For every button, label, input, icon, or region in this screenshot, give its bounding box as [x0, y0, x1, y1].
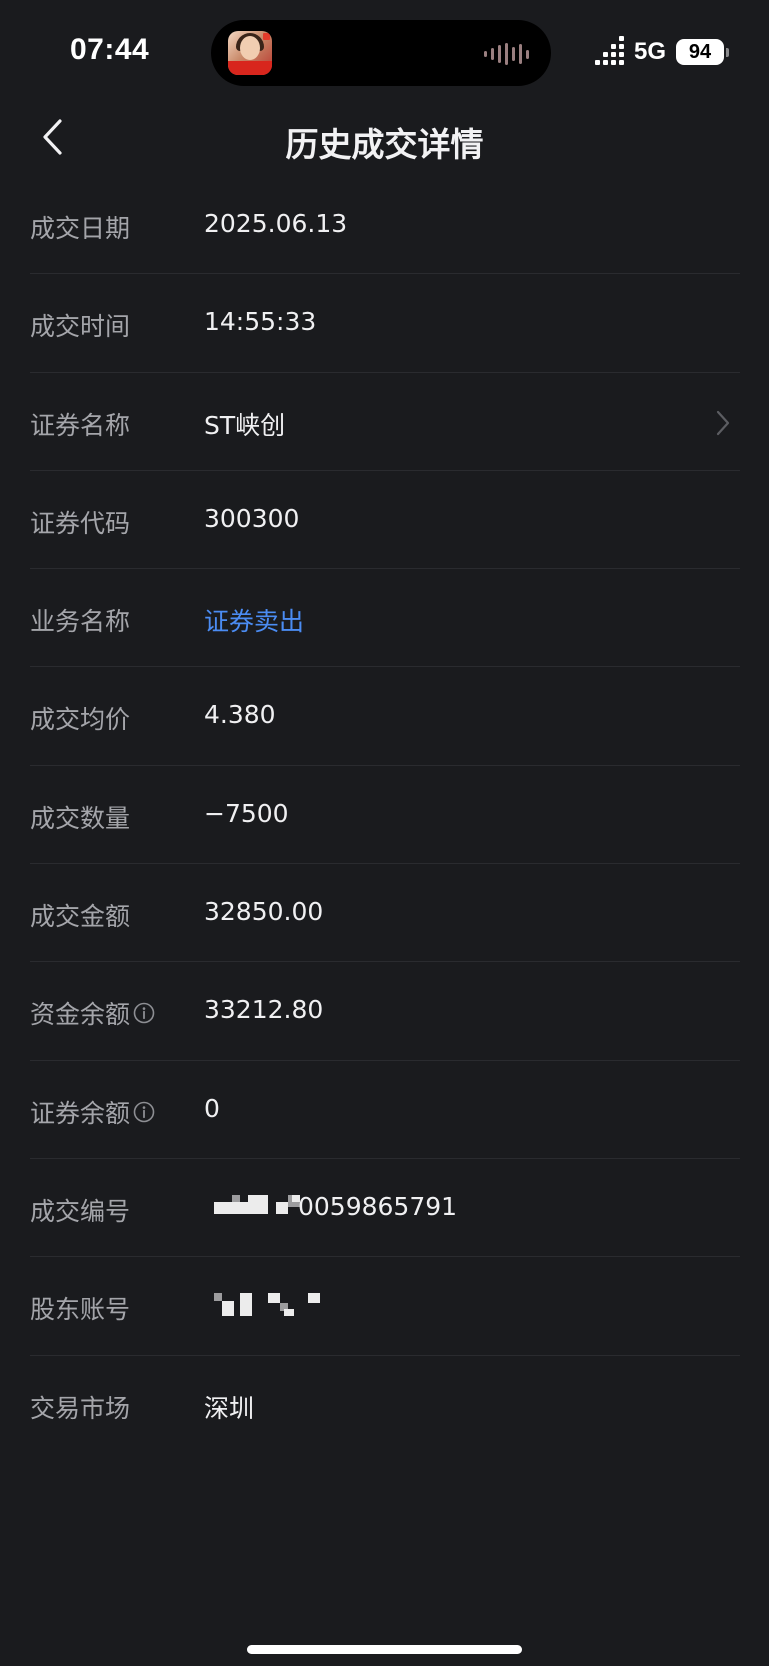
- status-indicators: 5G 94: [594, 36, 729, 66]
- live-activity-thumbnail[interactable]: [228, 31, 272, 75]
- dynamic-island[interactable]: [211, 20, 551, 86]
- row-label-with-info: 资金余额: [30, 995, 155, 1031]
- row-label: 成交编号: [30, 1196, 131, 1226]
- row-security-code: 证券代码 300300: [0, 471, 769, 570]
- chevron-right-icon[interactable]: [715, 409, 731, 437]
- row-value: 300300: [204, 503, 300, 533]
- trade-detail-list: 成交日期 2025.06.13 成交时间 14:55:33 证券名称 ST峡创 …: [0, 176, 769, 1454]
- row-value: 32850.00: [204, 897, 324, 927]
- row-label: 股东账号: [30, 1295, 131, 1325]
- row-label-text: 证券余额: [30, 1098, 131, 1128]
- row-value: 深圳: [204, 1393, 255, 1423]
- network-type: 5G: [633, 38, 666, 65]
- info-circle-icon[interactable]: [133, 1002, 155, 1024]
- row-value: 14:55:33: [204, 307, 317, 337]
- row-label: 成交数量: [30, 803, 131, 833]
- row-trade-date: 成交日期 2025.06.13: [0, 176, 769, 275]
- trade-number-partial: 0059865791: [298, 1191, 458, 1221]
- nav-bar: 历史成交详情: [0, 105, 769, 169]
- row-fund-balance: 资金余额 33212.80: [0, 962, 769, 1061]
- page-title: 历史成交详情: [285, 125, 484, 164]
- row-trade-number: 成交编号 0059865791: [0, 1159, 769, 1258]
- row-market: 交易市场 深圳: [0, 1356, 769, 1454]
- row-label-text: 资金余额: [30, 1000, 131, 1030]
- row-label: 成交时间: [30, 312, 131, 342]
- row-value: 0: [204, 1093, 220, 1123]
- row-label-with-info: 证券余额: [30, 1094, 155, 1130]
- battery-icon: 94: [676, 39, 729, 65]
- row-security-name[interactable]: 证券名称 ST峡创: [0, 373, 769, 472]
- row-quantity: 成交数量 −7500: [0, 766, 769, 865]
- battery-level: 94: [676, 39, 724, 65]
- row-value: 33212.80: [204, 995, 324, 1025]
- status-time: 07:44: [70, 33, 150, 66]
- row-label: 证券名称: [30, 410, 131, 440]
- row-label: 成交日期: [30, 214, 131, 243]
- row-avg-price: 成交均价 4.380: [0, 667, 769, 767]
- cellular-signal-icon: [594, 36, 624, 65]
- row-amount: 成交金额 32850.00: [0, 864, 769, 963]
- row-value: 2025.06.13: [204, 209, 348, 238]
- row-label: 证券代码: [30, 508, 131, 538]
- row-security-balance: 证券余额 0: [0, 1061, 769, 1160]
- row-value: −7500: [204, 798, 289, 828]
- row-value: ST峡创: [204, 410, 286, 440]
- row-holder-account: 股东账号: [0, 1257, 769, 1356]
- row-label: 成交金额: [30, 902, 131, 932]
- row-value: 4.380: [204, 700, 276, 730]
- info-circle-icon[interactable]: [133, 1101, 155, 1123]
- home-indicator[interactable]: [247, 1645, 522, 1654]
- row-label: 业务名称: [30, 607, 131, 637]
- row-trade-time: 成交时间 14:55:33: [0, 274, 769, 373]
- business-name-link[interactable]: 证券卖出: [204, 602, 304, 638]
- row-business-name: 业务名称 证券卖出: [0, 569, 769, 668]
- row-label: 交易市场: [30, 1393, 131, 1423]
- status-bar: 07:44 5G 94: [0, 0, 769, 92]
- audio-waveform-icon: [484, 43, 529, 65]
- row-label: 成交均价: [30, 705, 131, 735]
